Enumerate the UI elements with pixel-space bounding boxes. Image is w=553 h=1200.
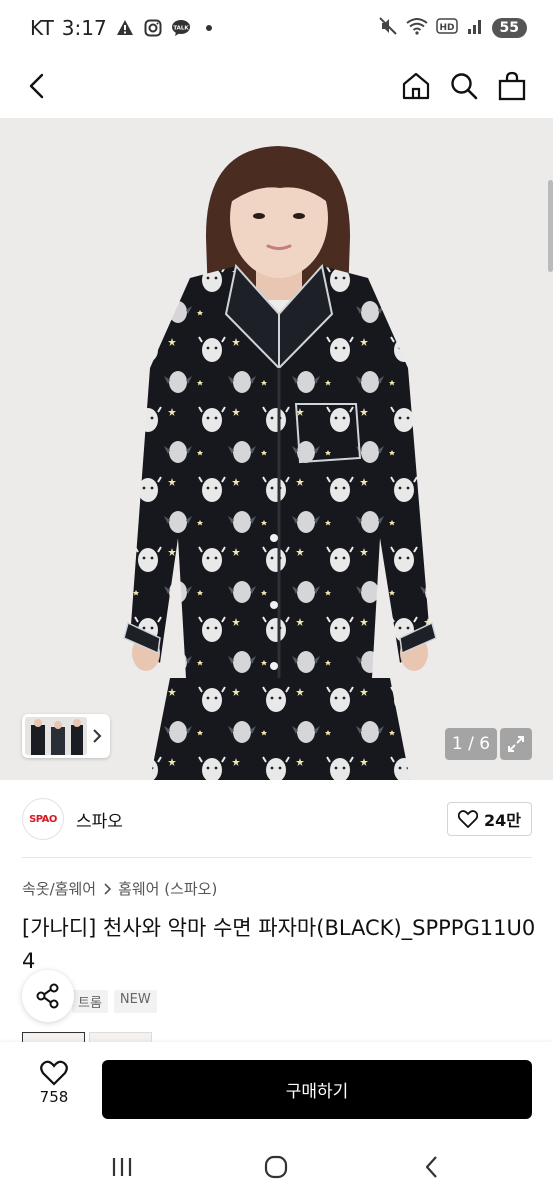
kakaotalk-icon: TALK xyxy=(171,18,191,38)
dot-icon xyxy=(199,18,219,38)
cart-button[interactable] xyxy=(490,64,534,108)
brand-like-button[interactable]: 24만 xyxy=(447,802,532,836)
new-badge: NEW xyxy=(113,990,157,1013)
product-title: [가나디] 천사와 악마 수면 파자마(BLACK)_SPPPG11U04 xyxy=(22,916,536,973)
home-circle-icon xyxy=(264,1155,288,1179)
brand-row: SPAO 스파오 24만 xyxy=(22,796,532,842)
hd-icon: HD xyxy=(435,17,458,39)
warning-icon xyxy=(115,18,135,38)
status-right: HD 55 xyxy=(378,16,527,40)
brand-logo[interactable]: SPAO xyxy=(22,798,64,840)
share-icon xyxy=(36,983,59,1009)
breadcrumb-subcategory[interactable]: 홈웨어 (스파오) xyxy=(118,878,217,899)
system-back-button[interactable] xyxy=(412,1151,452,1183)
home-button[interactable] xyxy=(394,64,438,108)
battery-icon: 55 xyxy=(491,18,527,38)
product-image-gallery[interactable]: 1 / 6 xyxy=(0,118,553,780)
breadcrumb: 속옷/홈웨어 홈웨어 (스파오) xyxy=(22,878,217,899)
wishlist-button[interactable]: 758 xyxy=(22,1060,86,1106)
back-chevron-icon xyxy=(425,1156,437,1178)
product-photo xyxy=(123,146,437,780)
breadcrumb-category[interactable]: 속옷/홈웨어 xyxy=(22,878,96,899)
chevron-right-icon xyxy=(104,882,112,895)
status-bar: KT 3:17 TALK HD 55 xyxy=(0,0,553,56)
expand-icon xyxy=(508,736,524,752)
brand-name[interactable]: 스파오 xyxy=(76,807,123,832)
signal-icon xyxy=(466,17,484,39)
status-left: KT 3:17 TALK xyxy=(30,16,219,40)
carrier-label: KT xyxy=(30,16,54,40)
chevron-right-icon xyxy=(93,729,102,743)
gallery-thumbnails[interactable] xyxy=(22,714,110,758)
search-button[interactable] xyxy=(442,64,486,108)
brand-like-count: 24만 xyxy=(484,811,521,830)
instagram-icon xyxy=(143,18,163,38)
thumbnail-image xyxy=(25,717,87,755)
home-icon xyxy=(402,72,430,100)
top-nav xyxy=(0,56,553,118)
share-button[interactable] xyxy=(22,970,74,1022)
svg-text:TALK: TALK xyxy=(173,26,189,32)
back-arrow-icon xyxy=(29,73,44,99)
shopping-bag-icon xyxy=(498,71,526,101)
wifi-icon xyxy=(405,17,428,39)
product-tag: 트롬 xyxy=(72,990,108,1013)
back-button[interactable] xyxy=(16,64,60,108)
status-time: 3:17 xyxy=(61,16,107,40)
wishlist-count: 758 xyxy=(39,1088,69,1106)
divider xyxy=(22,857,532,858)
search-icon xyxy=(451,73,478,100)
purchase-bar: 758 구매하기 xyxy=(0,1042,553,1134)
heart-icon xyxy=(40,1060,68,1086)
heart-icon xyxy=(458,810,478,828)
svg-text:HD: HD xyxy=(439,23,454,33)
mute-icon xyxy=(378,16,398,40)
scrollbar-thumb[interactable] xyxy=(548,180,553,272)
home-system-button[interactable] xyxy=(256,1151,296,1183)
image-counter: 1 / 6 xyxy=(445,728,497,760)
expand-button[interactable] xyxy=(500,728,532,760)
system-nav-bar xyxy=(0,1134,553,1200)
buy-button[interactable]: 구매하기 xyxy=(102,1060,532,1119)
recents-button[interactable] xyxy=(102,1151,142,1183)
product-tags: 트롬 NEW xyxy=(72,990,157,1013)
recents-icon xyxy=(112,1158,132,1176)
